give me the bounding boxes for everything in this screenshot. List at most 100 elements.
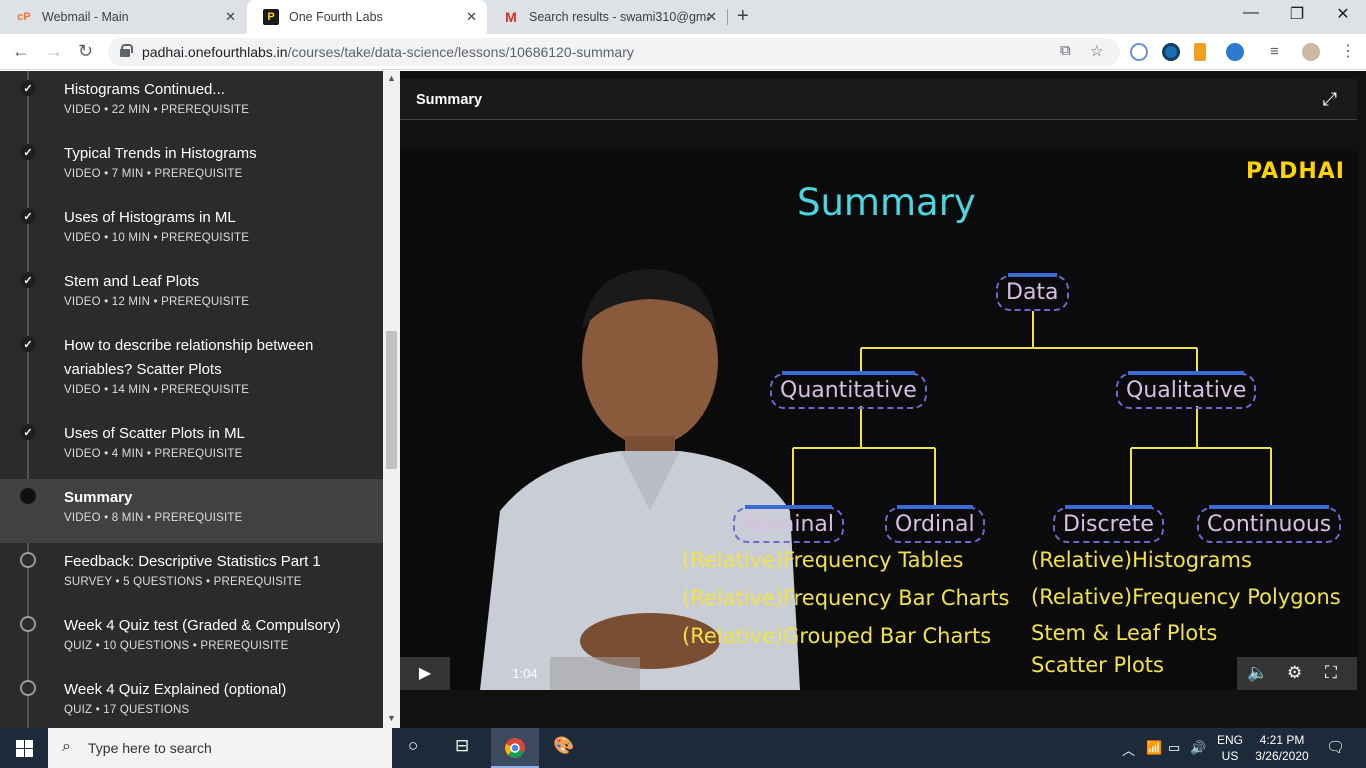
bookmark-star-icon[interactable]: ☆ bbox=[1090, 42, 1103, 60]
lesson-item[interactable]: Feedback: Descriptive Statistics Part 1 … bbox=[0, 543, 383, 607]
check-icon: ✓ bbox=[20, 80, 36, 96]
forward-icon[interactable]: → bbox=[45, 41, 63, 62]
lock-icon bbox=[120, 44, 133, 57]
address-bar[interactable]: padhai.onefourthlabs.in/courses/take/dat… bbox=[108, 38, 1120, 66]
lesson-title: Week 4 Quiz test (Graded & Compulsory) bbox=[64, 617, 341, 634]
minimize-icon[interactable]: — bbox=[1228, 4, 1274, 22]
speaker-icon[interactable]: 🔊 bbox=[1190, 740, 1206, 756]
chrome-icon bbox=[505, 738, 525, 758]
node-discrete: Discrete bbox=[1053, 505, 1164, 543]
gmail-icon: M bbox=[505, 9, 517, 25]
lesson-meta: VIDEO • 22 MIN • PREREQUISITE bbox=[64, 104, 250, 116]
video-controls: ▶ 1:04 🔈 ⚙ ⛶ bbox=[400, 657, 1357, 690]
blocked-popup-icon[interactable]: ⧉ bbox=[1060, 42, 1071, 59]
close-window-icon[interactable]: ✕ bbox=[1320, 4, 1366, 24]
fullscreen-icon[interactable]: ⛶ bbox=[1325, 663, 1337, 683]
tab-onefourthlabs[interactable]: P One Fourth Labs ✕ bbox=[247, 0, 487, 34]
reload-icon[interactable]: ↻ bbox=[78, 41, 93, 62]
check-icon: ✓ bbox=[20, 336, 36, 352]
check-icon: ✓ bbox=[20, 424, 36, 440]
task-view-icon[interactable]: ⊟ bbox=[455, 736, 469, 756]
lesson-item[interactable]: ✓ Stem and Leaf Plots VIDEO • 12 MIN • P… bbox=[0, 263, 383, 327]
lesson-item[interactable]: ✓ Uses of Histograms in ML VIDEO • 10 MI… bbox=[0, 199, 383, 263]
lesson-meta: VIDEO • 10 MIN • PREREQUISITE bbox=[64, 232, 250, 244]
right-list-item: Stem & Leaf Plots bbox=[1031, 621, 1218, 645]
check-icon: ✓ bbox=[20, 208, 36, 224]
media-queue-icon[interactable]: ≡ bbox=[1270, 43, 1279, 60]
padhai-icon: P bbox=[263, 9, 279, 25]
new-tab-icon[interactable]: + bbox=[737, 5, 749, 28]
settings-gear-icon[interactable]: ⚙ bbox=[1287, 663, 1302, 683]
tab-webmail[interactable]: cP Webmail - Main ✕ bbox=[0, 0, 246, 34]
lesson-meta: QUIZ • 17 QUESTIONS bbox=[64, 704, 190, 716]
circle-icon bbox=[20, 616, 36, 632]
close-tab-icon[interactable]: ✕ bbox=[706, 9, 717, 25]
left-list-item: (Relative)Frequency Bar Charts bbox=[682, 586, 1010, 610]
expand-icon[interactable]: ⤢ bbox=[1323, 89, 1337, 110]
lesson-header-title: Summary bbox=[416, 92, 483, 108]
progress-preview[interactable] bbox=[550, 657, 640, 690]
play-icon[interactable]: ▶ bbox=[400, 657, 450, 690]
network-icon[interactable]: 📶 bbox=[1146, 740, 1162, 756]
scroll-thumb[interactable] bbox=[386, 331, 397, 469]
close-tab-icon[interactable]: ✕ bbox=[466, 9, 477, 25]
node-data: Data bbox=[996, 273, 1069, 311]
lesson-item[interactable]: ✓ Histograms Continued... VIDEO • 22 MIN… bbox=[0, 71, 383, 135]
lesson-item[interactable]: ✓ Typical Trends in Histograms VIDEO • 7… bbox=[0, 135, 383, 199]
tray-chevron-icon[interactable]: ︿ bbox=[1122, 740, 1135, 759]
windows-taskbar: ⌕ Type here to search ○ ⊟ 🎨 ︿ 📶 ▭ 🔊 ENG U… bbox=[0, 728, 1366, 768]
lesson-title: Stem and Leaf Plots bbox=[64, 273, 200, 290]
node-ordinal: Ordinal bbox=[885, 505, 985, 543]
circle-icon bbox=[20, 552, 36, 568]
back-icon[interactable]: ← bbox=[12, 41, 30, 62]
restore-icon[interactable]: ❐ bbox=[1274, 4, 1320, 24]
right-list-item: (Relative)Frequency Polygons bbox=[1031, 585, 1341, 609]
video-player[interactable]: PADHAI Summary Data Quantitative Qualita… bbox=[400, 151, 1357, 690]
sidebar-scrollbar[interactable]: ▲ ▼ bbox=[383, 71, 400, 728]
hover-time: 1:04 bbox=[512, 666, 538, 681]
check-icon: ✓ bbox=[20, 144, 36, 160]
extension-globe-icon[interactable] bbox=[1226, 43, 1244, 61]
extension-eye-icon[interactable] bbox=[1162, 43, 1180, 61]
scroll-up-icon[interactable]: ▲ bbox=[387, 73, 396, 83]
close-tab-icon[interactable]: ✕ bbox=[225, 9, 236, 25]
notification-icon[interactable]: 🗨 bbox=[1326, 738, 1345, 756]
lesson-item[interactable]: ✓ Uses of Scatter Plots in ML VIDEO • 4 … bbox=[0, 415, 383, 479]
lesson-meta: SURVEY • 5 QUESTIONS • PREREQUISITE bbox=[64, 576, 302, 588]
paint-icon[interactable]: 🎨 bbox=[553, 736, 574, 756]
current-dot-icon bbox=[20, 488, 36, 504]
search-icon: ⌕ bbox=[62, 738, 71, 755]
chrome-taskbar-button[interactable] bbox=[491, 728, 539, 768]
lesson-title: Summary bbox=[64, 489, 133, 506]
windows-start-icon[interactable] bbox=[0, 728, 48, 768]
lesson-title: Uses of Scatter Plots in ML bbox=[64, 425, 245, 442]
lesson-title: How to describe relationship between var… bbox=[64, 337, 314, 378]
lesson-title: Uses of Histograms in ML bbox=[64, 209, 236, 226]
language-indicator[interactable]: ENG US bbox=[1214, 732, 1246, 764]
tab-divider bbox=[727, 9, 728, 25]
extension-clock-icon[interactable] bbox=[1130, 43, 1148, 61]
lesson-title: Week 4 Quiz Explained (optional) bbox=[64, 681, 287, 698]
tab-bar: cP Webmail - Main ✕ P One Fourth Labs ✕ … bbox=[0, 0, 1366, 34]
cortana-icon[interactable]: ○ bbox=[408, 736, 418, 756]
lesson-item[interactable]: Week 4 Quiz Explained (optional) QUIZ • … bbox=[0, 671, 383, 728]
lesson-title: Feedback: Descriptive Statistics Part 1 bbox=[64, 553, 321, 570]
lesson-item[interactable]: Week 4 Quiz test (Graded & Compulsory) Q… bbox=[0, 607, 383, 671]
lesson-meta: VIDEO • 14 MIN • PREREQUISITE bbox=[64, 384, 250, 396]
system-clock[interactable]: 4:21 PM 3/26/2020 bbox=[1250, 732, 1314, 764]
browser-toolbar: ← → ↻ padhai.onefourthlabs.in/courses/ta… bbox=[0, 34, 1366, 70]
volume-icon[interactable]: 🔈 bbox=[1247, 663, 1268, 683]
extension-hourglass-icon[interactable] bbox=[1194, 43, 1206, 61]
lesson-item-current[interactable]: Summary VIDEO • 8 MIN • PREREQUISITE bbox=[0, 479, 383, 543]
lesson-item[interactable]: ✓ How to describe relationship between v… bbox=[0, 327, 383, 415]
scroll-down-icon[interactable]: ▼ bbox=[387, 713, 396, 723]
lesson-meta: VIDEO • 7 MIN • PREREQUISITE bbox=[64, 168, 243, 180]
profile-avatar[interactable] bbox=[1302, 43, 1320, 61]
url-text[interactable]: padhai.onefourthlabs.in/courses/take/dat… bbox=[142, 44, 634, 60]
tab-gmail[interactable]: M Search results - swami310@gmail.com ✕ bbox=[487, 0, 727, 34]
taskbar-search[interactable]: ⌕ Type here to search bbox=[48, 728, 392, 768]
battery-icon[interactable]: ▭ bbox=[1168, 740, 1180, 756]
node-quantitative: Quantitative bbox=[770, 371, 927, 409]
lesson-meta: QUIZ • 10 QUESTIONS • PREREQUISITE bbox=[64, 640, 289, 652]
menu-kebab-icon[interactable]: ⋮ bbox=[1340, 41, 1356, 61]
